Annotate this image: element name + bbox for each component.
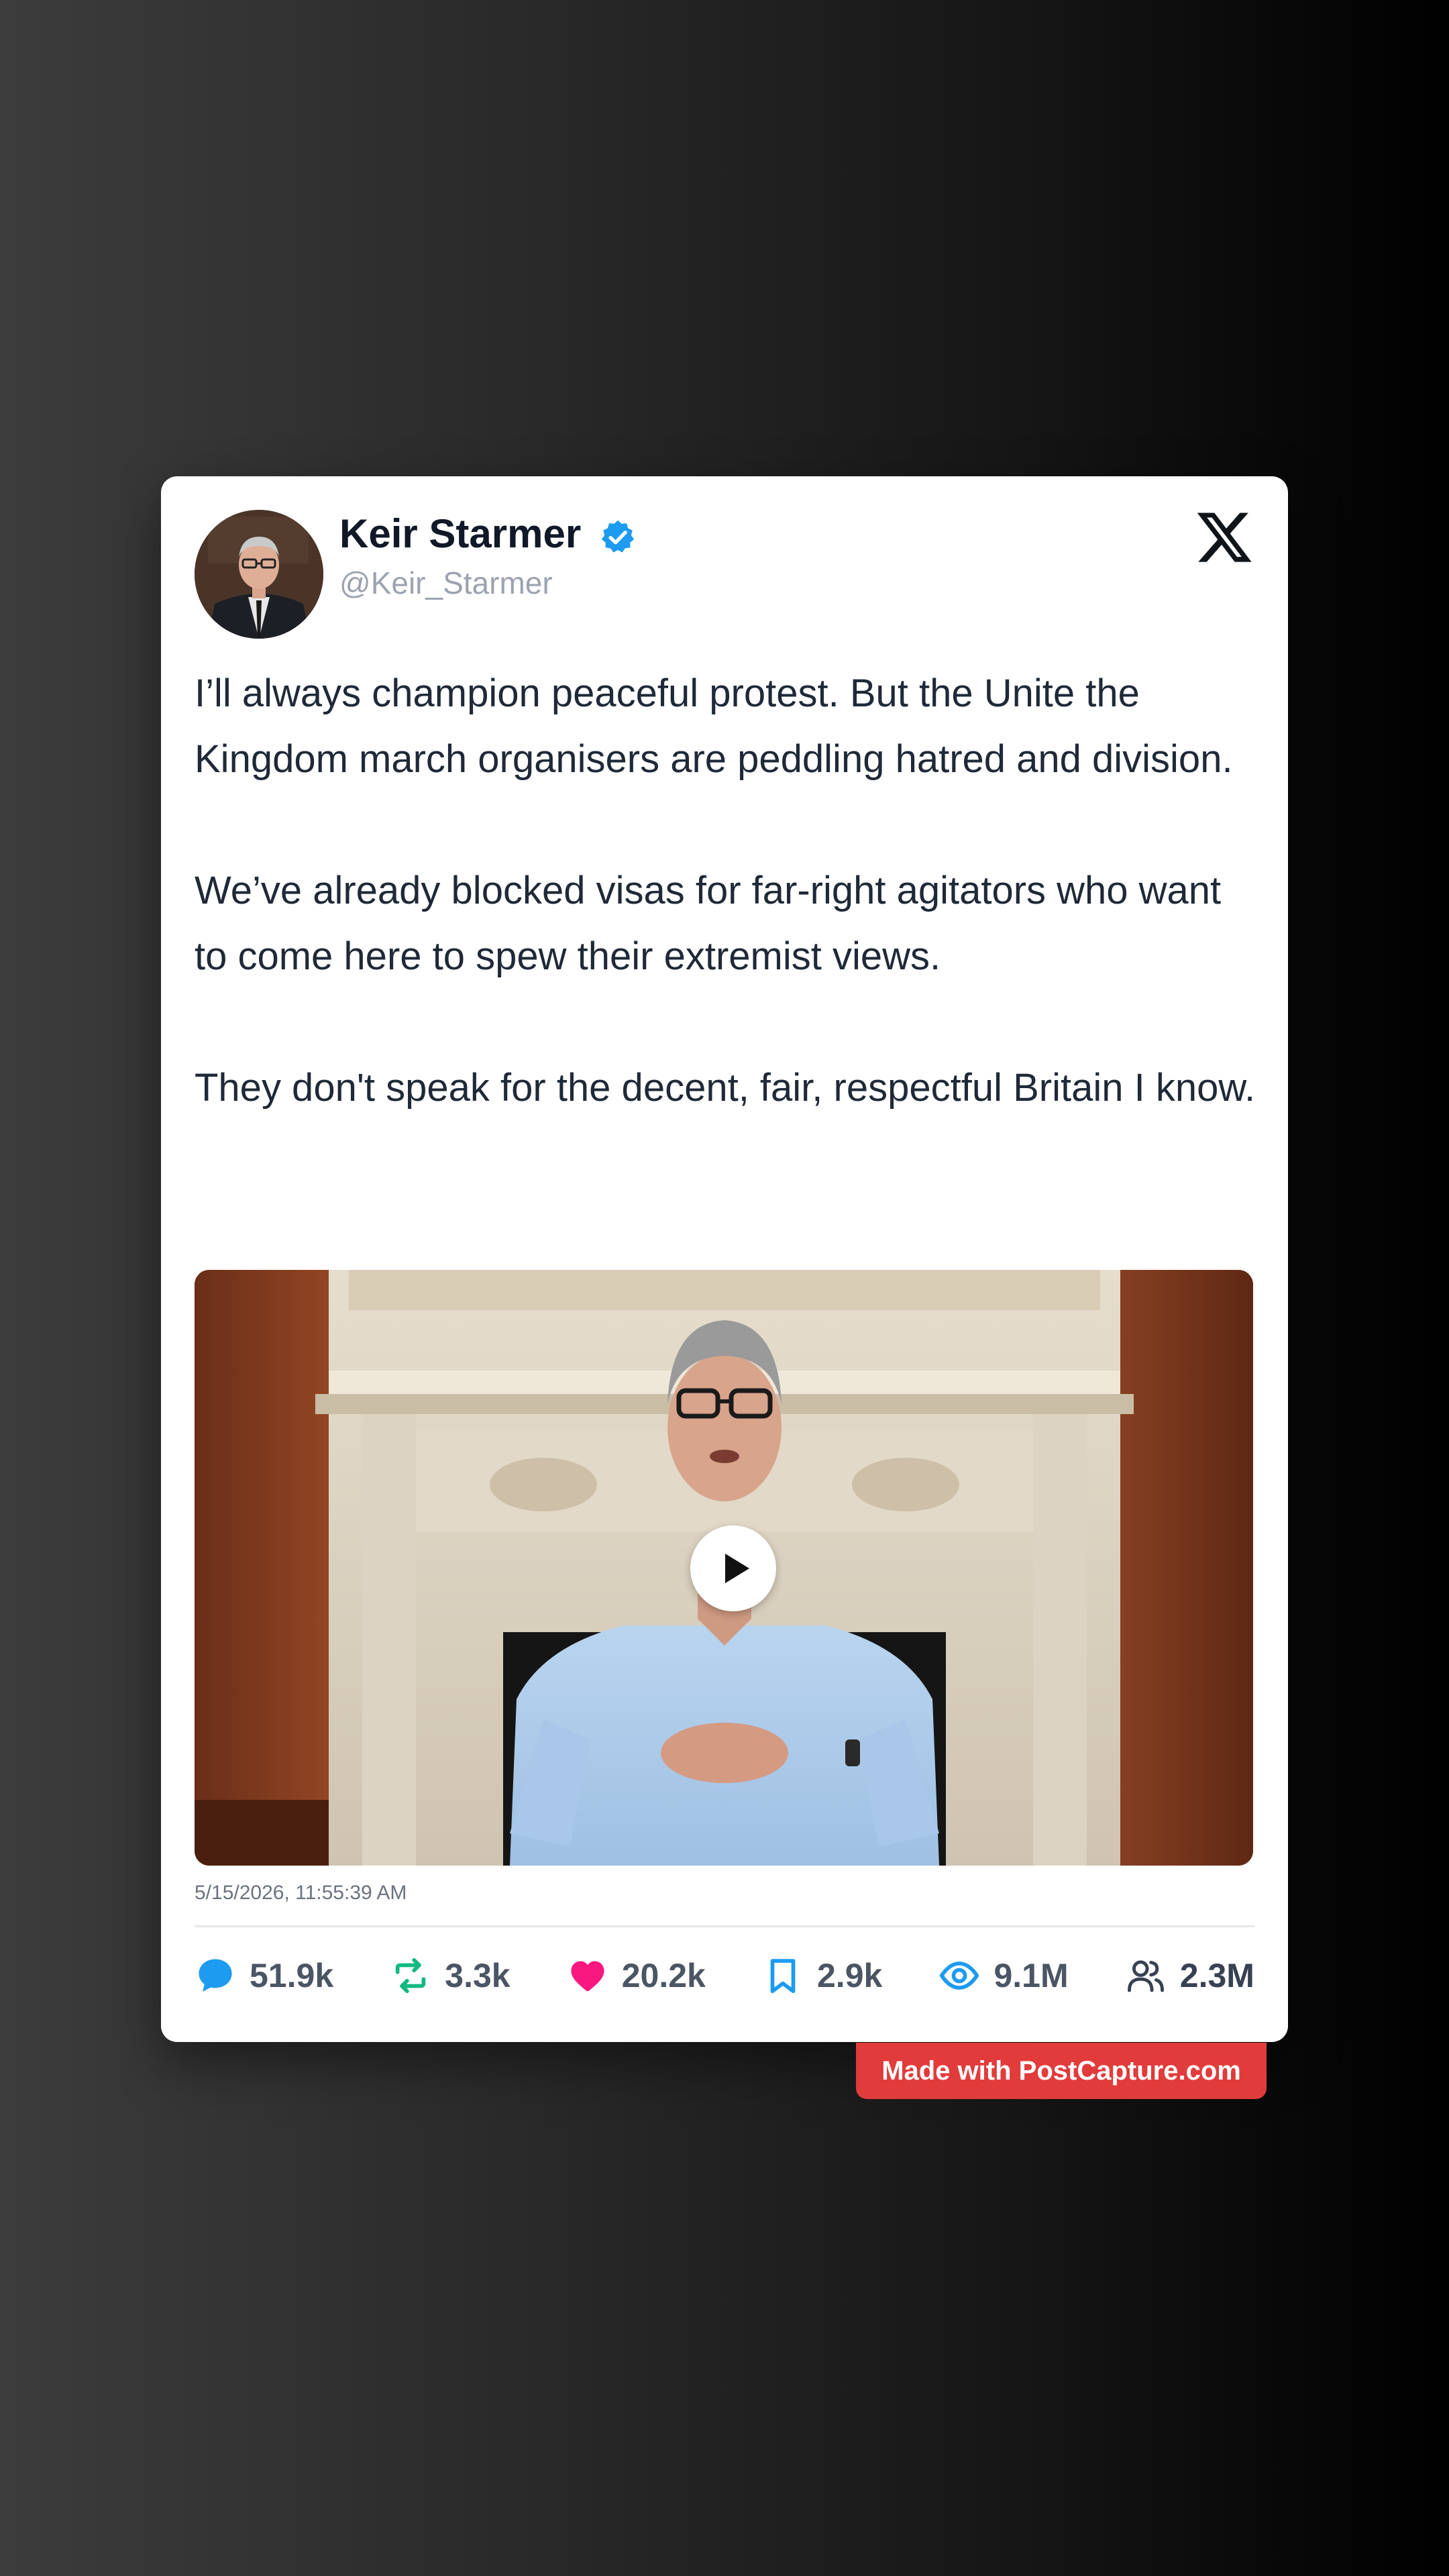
followers-stat[interactable]: 2.3M [1125,1955,1254,1996]
eye-icon [940,1962,979,1990]
tweet-card: Keir Starmer @Keir_Starmer I’ll always c… [161,476,1288,2042]
avatar[interactable] [195,510,323,639]
play-button[interactable] [690,1525,776,1611]
video-thumbnail[interactable] [195,1270,1253,1866]
heart-icon [571,1961,604,1992]
retweet-stat[interactable]: 3.3k [390,1955,511,1996]
tweet-paragraph: I’ll always champion peaceful protest. B… [195,672,1233,781]
tweet-text: I’ll always champion peaceful protest. B… [195,661,1261,1121]
like-count: 20.2k [621,1957,706,1994]
followers-count: 2.3M [1179,1957,1254,1994]
author-name[interactable]: Keir Starmer [339,514,581,554]
postcapture-watermark-badge[interactable]: Made with PostCapture.com [856,2043,1267,2099]
tweet-timestamp: 5/15/2026, 11:55:39 AM [195,1882,407,1904]
retweet-count: 3.3k [445,1957,511,1994]
tweet-paragraph: They don't speak for the decent, fair, r… [195,1066,1256,1110]
play-icon [725,1554,749,1583]
x-logo-icon[interactable] [1194,507,1254,568]
bookmark-stat[interactable]: 2.9k [762,1955,882,1996]
retweet-icon [396,1957,426,1994]
reply-count: 51.9k [250,1957,334,1994]
author-handle[interactable]: @Keir_Starmer [339,568,553,598]
engagement-stats: 51.9k 3.3k 20.2k 2.9k 9.1M 2.3M [195,1949,1254,2002]
users-icon [1127,1960,1164,1992]
views-stat[interactable]: 9.1M [938,1955,1069,1996]
bookmark-count: 2.9k [817,1957,883,1994]
tweet-paragraph: We’ve already blocked visas for far-righ… [195,869,1222,978]
views-count: 9.1M [994,1957,1069,1994]
reply-stat[interactable]: 51.9k [195,1955,333,1996]
verified-badge-icon [601,520,635,553]
divider [195,1925,1254,1927]
avatar-image [195,510,323,639]
bookmark-icon [770,1959,796,1994]
reply-bubble-icon [199,1959,232,1992]
like-stat[interactable]: 20.2k [567,1955,706,1996]
